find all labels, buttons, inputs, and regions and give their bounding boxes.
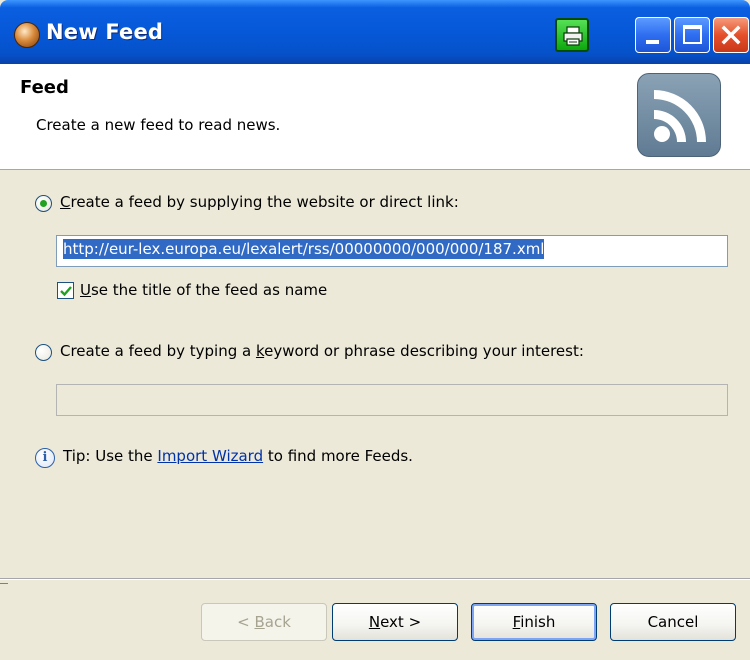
use-title-checkbox[interactable]	[57, 282, 74, 299]
link-option-label[interactable]: Create a feed by supplying the website o…	[60, 193, 459, 211]
page-title: Feed	[20, 77, 69, 98]
dialog-header: Feed Create a new feed to read news.	[0, 64, 750, 170]
keyword-option-radio[interactable]	[35, 344, 52, 361]
page-description: Create a new feed to read news.	[36, 116, 281, 134]
use-title-text: se the title of the feed as name	[90, 281, 328, 299]
tip-suffix: to find more Feeds.	[263, 447, 413, 465]
rss-icon	[637, 73, 721, 157]
url-input-value: http://eur-lex.europa.eu/lexalert/rss/00…	[63, 239, 545, 259]
link-option-radio[interactable]	[35, 195, 52, 212]
keyword-option-mnemonic: k	[255, 342, 265, 360]
close-icon	[721, 25, 741, 45]
app-icon	[14, 22, 40, 48]
back-button-mnemonic: B	[254, 613, 265, 631]
url-input[interactable]: http://eur-lex.europa.eu/lexalert/rss/00…	[56, 235, 728, 267]
maximize-icon	[683, 25, 702, 44]
link-option-text: reate a feed by supplying the website or…	[70, 193, 459, 211]
separator-mark	[0, 583, 8, 584]
window-title: New Feed	[46, 20, 164, 44]
cancel-button[interactable]: Cancel	[610, 603, 736, 641]
keyword-option-text-after: eyword or phrase describing your interes…	[264, 342, 584, 360]
close-button[interactable]	[713, 17, 749, 53]
keyword-input[interactable]	[56, 384, 728, 416]
back-button-text: ack	[264, 613, 291, 631]
minimize-button[interactable]	[635, 17, 671, 53]
checkmark-icon	[60, 286, 72, 297]
next-button-text: ext >	[380, 613, 422, 631]
keyword-option-text-before: Create a feed by typing a	[60, 342, 256, 360]
title-bar[interactable]: New Feed	[0, 0, 750, 64]
new-feed-dialog: New Feed Feed Create a new feed to read …	[0, 0, 750, 660]
finish-button[interactable]: Finish	[471, 603, 597, 641]
back-button-prefix: <	[237, 613, 255, 631]
button-bar-separator	[0, 578, 750, 580]
maximize-button[interactable]	[674, 17, 710, 53]
import-wizard-link[interactable]: Import Wizard	[157, 447, 263, 465]
info-icon: i	[35, 448, 55, 468]
next-button[interactable]: Next >	[332, 603, 458, 641]
link-option-mnemonic: C	[60, 193, 71, 211]
back-button[interactable]: < Back	[201, 603, 327, 641]
tip-text: Tip: Use the Import Wizard to find more …	[63, 447, 413, 465]
printer-icon[interactable]	[555, 18, 589, 52]
minimize-icon	[646, 40, 659, 44]
use-title-mnemonic: U	[80, 281, 91, 299]
use-title-label[interactable]: Use the title of the feed as name	[80, 281, 327, 299]
keyword-option-label[interactable]: Create a feed by typing a keyword or phr…	[60, 342, 584, 360]
finish-button-text: inish	[520, 613, 556, 631]
next-button-mnemonic: N	[368, 613, 381, 631]
tip-prefix: Tip: Use the	[63, 447, 158, 465]
